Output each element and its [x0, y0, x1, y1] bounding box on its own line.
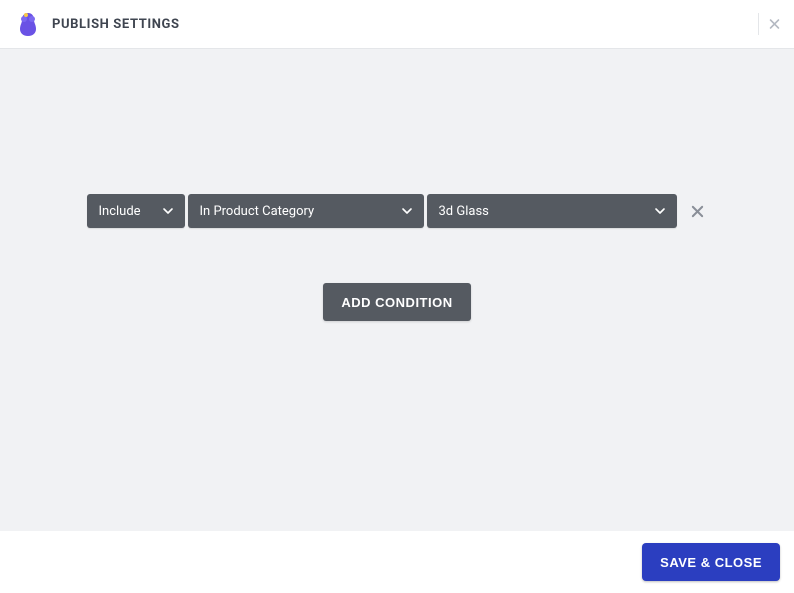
dialog-header: PUBLISH SETTINGS	[0, 0, 794, 49]
header-left: PUBLISH SETTINGS	[14, 10, 180, 38]
brand-logo-icon	[14, 10, 42, 38]
condition-type-value: Include	[99, 204, 141, 219]
dialog-body: Include In Product Category 3d Glass	[0, 49, 794, 531]
chevron-down-icon	[161, 204, 175, 218]
close-icon	[691, 205, 704, 218]
close-dialog-button[interactable]	[758, 13, 780, 35]
dialog-footer: SAVE & CLOSE	[0, 531, 794, 593]
condition-value-text: 3d Glass	[439, 204, 489, 219]
save-close-button[interactable]: SAVE & CLOSE	[642, 543, 780, 581]
chevron-down-icon	[400, 204, 414, 218]
condition-row: Include In Product Category 3d Glass	[87, 194, 708, 228]
condition-field-value: In Product Category	[200, 204, 315, 219]
publish-settings-dialog: PUBLISH SETTINGS Include In Product Cate…	[0, 0, 794, 593]
add-condition-button[interactable]: ADD CONDITION	[323, 283, 470, 321]
close-icon	[769, 17, 780, 31]
condition-field-select[interactable]: In Product Category	[188, 194, 424, 228]
remove-condition-button[interactable]	[688, 201, 708, 221]
chevron-down-icon	[653, 204, 667, 218]
condition-value-select[interactable]: 3d Glass	[427, 194, 677, 228]
dialog-title: PUBLISH SETTINGS	[52, 17, 180, 32]
condition-type-select[interactable]: Include	[87, 194, 185, 228]
